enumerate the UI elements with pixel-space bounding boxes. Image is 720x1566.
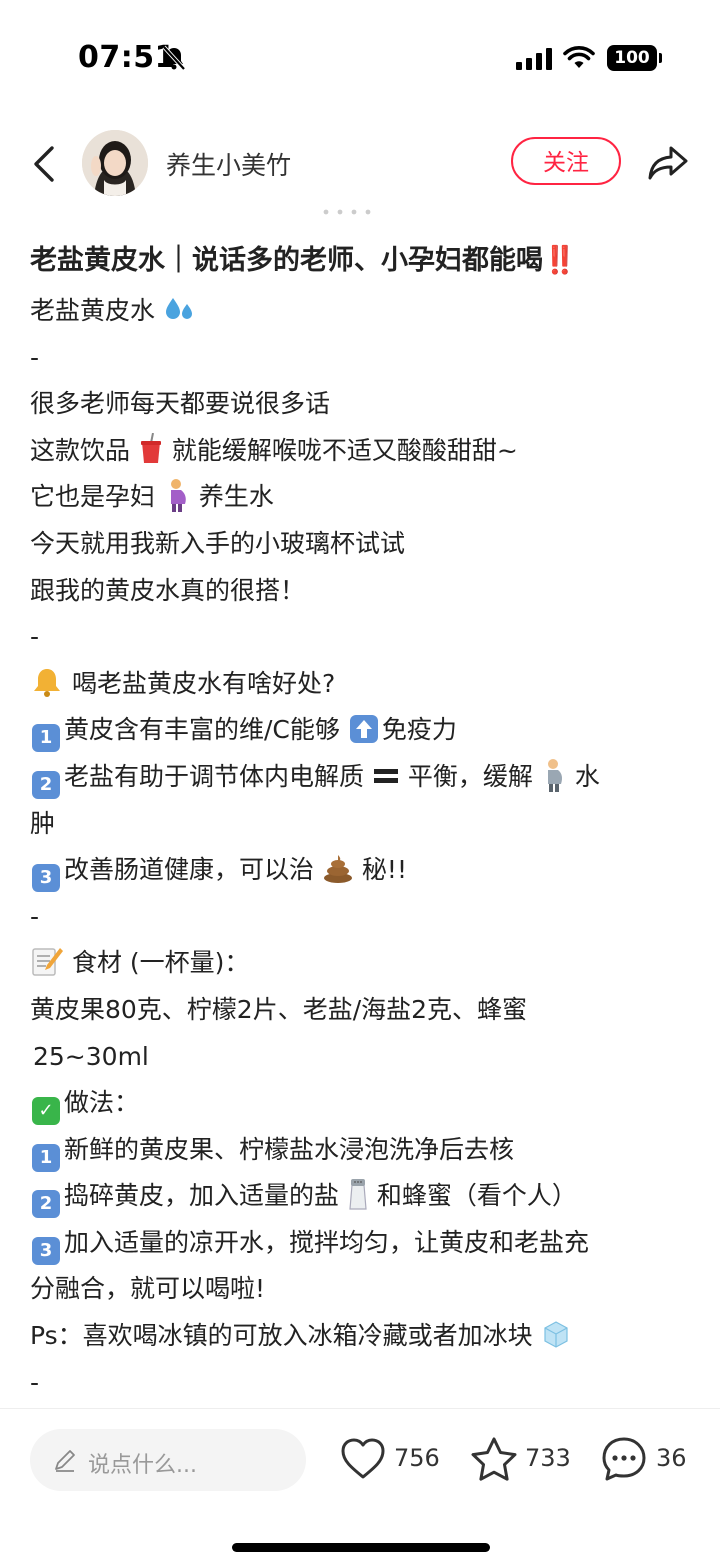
post-line: 食材 (一杯量)： [30,940,695,987]
post-header: 养生小美竹 关注 [0,120,720,210]
line-text: 食材 (一杯量)： [71,948,250,978]
post-line: 2 老盐有助于调节体内电解质 平衡，缓解 水 [30,754,695,801]
line-text: 免疫力 [381,715,457,745]
post-line: 3 改善肠道健康，可以治 秘!! [30,847,695,894]
line-text: 新鲜的黄皮果、柠檬盐水浸泡洗净后去核 [64,1134,515,1164]
like-button[interactable]: 756 [340,1435,444,1485]
post-line: 25~30ml [33,1041,149,1071]
post-line: - [30,1367,40,1397]
battery-indicator: 100 [607,45,657,71]
line-text: 秘!! [361,855,407,885]
favorite-button[interactable]: 733 [470,1435,574,1485]
favorite-count: 733 [525,1444,571,1472]
post-line: - [30,622,40,652]
post-content: 老盐黄皮水｜说话多的老师、小孕妇都能喝‼️ 老盐黄皮水 - 很多老师每天都要说很… [30,238,695,1406]
keycap-one-icon: 1 [32,1143,60,1172]
post-line: ✓ 做法： [30,1080,695,1127]
post-line: Ps：喜欢喝冰镇的可放入冰箱冷藏或者加冰块 [30,1313,695,1360]
line-text: 和蜂蜜（看个人） [376,1181,577,1211]
bell-slash-icon [162,45,186,71]
line-text: 喝老盐黄皮水有啥好处? [71,668,336,698]
post-line: 黄皮果80克、柠檬2片、老盐/海盐2克、蜂蜜 [30,994,528,1024]
keycap-one-icon: 1 [32,724,60,753]
comment-button[interactable]: 36 [600,1435,692,1485]
pregnant-man-icon [547,758,562,792]
memo-icon [32,948,63,977]
post-title-text: 老盐黄皮水｜说话多的老师、小孕妇都能喝 [30,245,543,276]
heart-icon [341,1438,385,1479]
post-line: 老盐黄皮水 [30,288,695,335]
post-line: 分融合，就可以喝啦! [30,1274,266,1304]
share-arrow-icon[interactable] [647,144,689,182]
salt-shaker-icon [349,1179,367,1210]
post-title: 老盐黄皮水｜说话多的老师、小孕妇都能喝‼️ [30,238,695,288]
avatar[interactable] [82,130,148,196]
pile-of-poo-icon [323,855,352,884]
post-line: - [30,342,40,372]
post-line: 跟我的黄皮水真的很搭！ [30,575,306,605]
check-mark-icon: ✓ [32,1097,60,1126]
post-line: 3 加入适量的凉开水，搅拌均匀，让黄皮和老盐充 [30,1220,695,1267]
line-text: 就能缓解喉咙不适又酸酸甜甜~ [171,435,518,465]
line-text: 养生水 [198,482,274,512]
post-line: 2 捣碎黄皮，加入适量的盐 和蜂蜜（看个人） [30,1173,695,1220]
comment-input[interactable]: 说点什么... [30,1429,306,1491]
post-line: 喝老盐黄皮水有啥好处? [30,661,695,708]
line-text: 它也是孕妇 [30,482,156,512]
battery-tip [659,53,662,63]
line-text: 老盐有助于调节体内电解质 [64,761,365,791]
cellular-signal-icon [516,48,552,70]
pregnant-woman-icon [170,479,186,513]
line-text: 加入适量的凉开水，搅拌均匀，让黄皮和老盐充 [64,1227,590,1257]
sweat-droplets-icon [165,298,192,319]
comment-count: 36 [656,1444,687,1472]
bottom-action-bar: 说点什么... 756 733 36 [0,1408,720,1566]
author-name[interactable]: 养生小美竹 [166,146,291,182]
like-count: 756 [394,1444,440,1472]
line-text: 改善肠道健康，可以治 [64,855,315,885]
post-line: 1 黄皮含有丰富的维/C能够 免疫力 [30,707,695,754]
line-text: 老盐黄皮水 [30,296,156,325]
double-exclamation-emoji: ‼️ [543,245,577,276]
status-bar: 07:51 100 [0,0,720,110]
post-line: 今天就用我新入手的小玻璃杯试试 [30,528,406,558]
avatar-image [82,130,148,196]
pencil-icon [55,1450,75,1472]
line-text: 黄皮含有丰富的维/C能够 [64,715,340,745]
keycap-two-icon: 2 [32,770,60,799]
line-text: 平衡，缓解 [407,761,533,791]
home-indicator [232,1543,490,1552]
keycap-two-icon: 2 [32,1190,60,1219]
cup-with-straw-icon [140,432,161,463]
post-line: 它也是孕妇 养生水 [30,474,695,521]
chat-bubble-icon [602,1437,646,1481]
wifi-icon [563,46,595,68]
equals-icon [373,768,398,783]
line-text: Ps：喜欢喝冰镇的可放入冰箱冷藏或者加冰块 [30,1321,533,1351]
bell-icon [34,668,60,697]
follow-button[interactable]: 关注 [511,137,621,185]
post-line: 这款饮品 就能缓解喉咙不适又酸酸甜甜~ [30,428,695,475]
ice-cube-icon [544,1321,568,1348]
post-line: 很多老师每天都要说很多话 [30,389,331,419]
keycap-three-icon: 3 [32,864,60,893]
line-text: 水 [574,761,600,791]
chevron-left-icon[interactable] [28,144,62,184]
line-text: 捣碎黄皮，加入适量的盐 [64,1181,340,1211]
post-line: 肿 [30,808,56,838]
image-pager-dots [323,209,371,215]
line-text: 做法： [64,1088,140,1118]
keycap-three-icon: 3 [32,1236,60,1265]
up-arrow-icon [349,715,378,744]
post-line: - [30,901,40,931]
line-text: 这款饮品 [30,435,131,465]
comment-placeholder: 说点什么... [88,1453,197,1478]
star-icon [471,1437,517,1481]
post-line: 1 新鲜的黄皮果、柠檬盐水浸泡洗净后去核 [30,1127,695,1174]
